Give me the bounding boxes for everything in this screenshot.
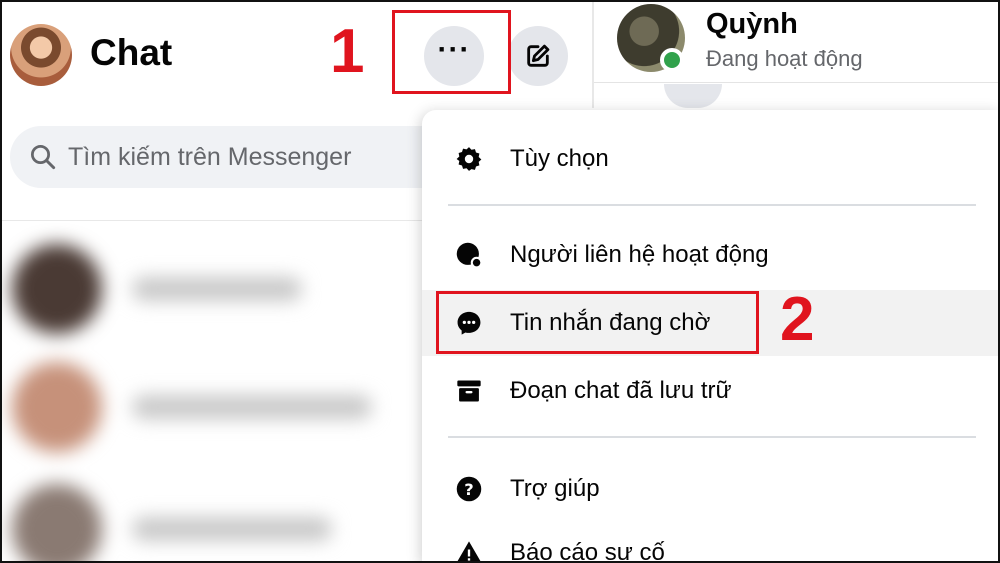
contact-name[interactable]: Quỳnh [706, 8, 798, 41]
archive-icon [454, 376, 484, 406]
active-contacts-icon [454, 240, 484, 270]
highlight-box-message-requests [436, 291, 759, 354]
avatar [12, 244, 102, 334]
user-avatar[interactable] [10, 24, 72, 86]
contact-status: Đang hoạt động [706, 46, 863, 71]
menu-divider [448, 436, 976, 438]
menu-item-archived-chats[interactable]: Đoạn chat đã lưu trữ [422, 358, 1000, 424]
highlight-box-more [392, 10, 511, 94]
help-icon: ? [454, 474, 484, 504]
menu-item-label: Tùy chọn [510, 145, 609, 172]
compose-icon [527, 44, 550, 67]
list-item-text [132, 517, 332, 541]
new-message-button[interactable] [508, 26, 568, 86]
menu-item-report-problem[interactable]: Báo cáo sự cố [422, 520, 1000, 563]
list-item[interactable] [12, 244, 302, 334]
menu-item-label: Người liên hệ hoạt động [510, 241, 769, 268]
warning-icon [454, 538, 484, 563]
menu-item-active-contacts[interactable]: Người liên hệ hoạt động [422, 222, 1000, 288]
page-title: Chat [90, 32, 173, 73]
menu-item-label: Trợ giúp [510, 475, 600, 502]
search-placeholder: Tìm kiếm trên Messenger [68, 142, 352, 171]
list-item[interactable] [12, 484, 332, 563]
panel-divider [592, 0, 594, 108]
menu-divider [448, 204, 976, 206]
gear-icon [454, 144, 484, 174]
step-number: 1 [330, 17, 365, 86]
avatar [12, 362, 102, 452]
search-icon [31, 145, 56, 170]
list-item[interactable] [12, 362, 372, 452]
list-item-text [132, 277, 302, 301]
message-bubble [664, 84, 722, 108]
step-number: 2 [780, 285, 815, 354]
header-divider [594, 82, 1000, 83]
menu-item-preferences[interactable]: Tùy chọn [422, 126, 1000, 192]
svg-text:?: ? [464, 480, 473, 499]
list-item-text [132, 395, 372, 419]
avatar [12, 484, 102, 563]
menu-item-label: Báo cáo sự cố [510, 539, 665, 563]
conversation-list-blurred [2, 222, 442, 563]
online-status-dot [660, 48, 684, 72]
search-input[interactable]: Tìm kiếm trên Messenger [10, 126, 480, 188]
menu-item-help[interactable]: ? Trợ giúp [422, 456, 1000, 522]
menu-item-label: Đoạn chat đã lưu trữ [510, 377, 732, 404]
